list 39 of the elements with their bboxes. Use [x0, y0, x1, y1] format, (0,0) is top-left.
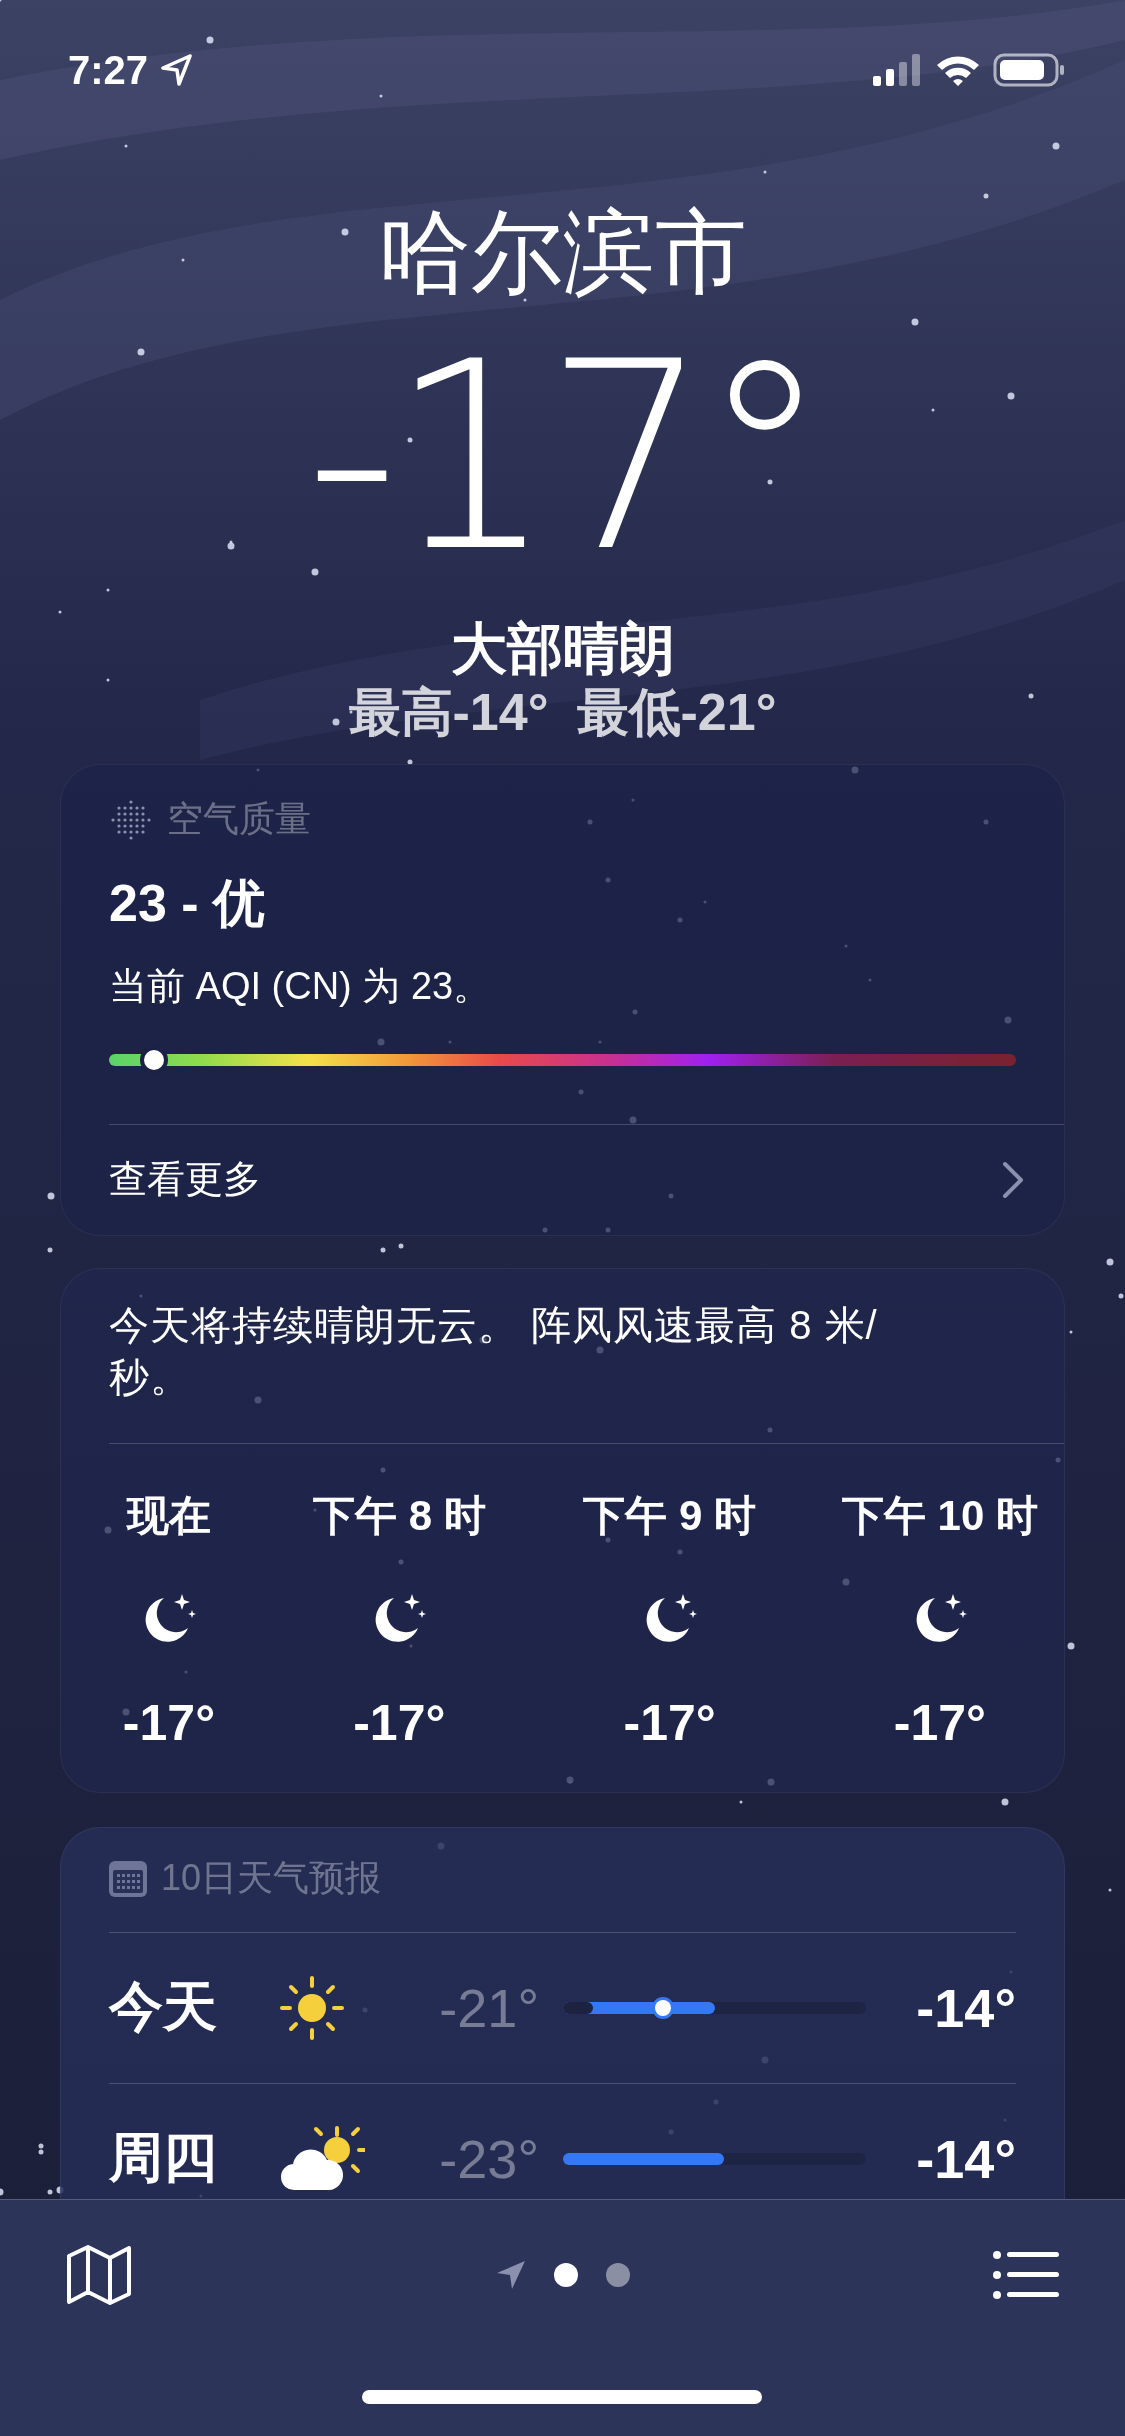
signal-icon — [873, 54, 923, 86]
card-title: 空气质量 — [167, 797, 311, 842]
sun-icon — [279, 1974, 345, 2041]
hour-temperature: -17° — [893, 1693, 987, 1752]
hour-temperature: -17° — [122, 1693, 216, 1752]
page-indicator-dot[interactable] — [605, 2263, 630, 2287]
hour-label: 现在 — [127, 1490, 211, 1541]
battery-icon — [993, 53, 1065, 87]
high-temperature: -14° — [915, 1976, 1016, 2039]
current-temperature: -17° — [305, 311, 820, 602]
location-arrow-icon — [160, 54, 193, 86]
hour-label: 下午 9 时 — [583, 1490, 756, 1541]
forecast-summary: 今天将持续晴朗无云。 阵风风速最高 8 米/秒。 — [109, 1301, 879, 1401]
day-label: 今天 — [109, 1975, 218, 2039]
hour-label: 下午 10 时 — [841, 1490, 1038, 1541]
hour-label: 下午 8 时 — [312, 1490, 486, 1541]
low-temperature: -23° — [438, 2127, 539, 2190]
aqi-description: 当前 AQI (CN) 为 23。 — [109, 963, 493, 1009]
chevron-right-icon — [1002, 1160, 1024, 1199]
city-name: 哈尔滨市 — [378, 200, 747, 305]
hour-temperature: -17° — [353, 1693, 446, 1752]
list-icon[interactable] — [993, 2250, 1059, 2300]
aqi-value: 23 - 优 — [109, 872, 267, 934]
high-temperature: -14° — [915, 2127, 1016, 2190]
map-icon[interactable] — [66, 2244, 132, 2306]
cloud-sun-icon — [279, 2125, 365, 2192]
wifi-icon — [935, 53, 981, 87]
status-time: 7:27 — [68, 47, 149, 93]
weather-condition: 大部晴朗 — [450, 615, 675, 682]
card-title: 10日天气预报 — [161, 1856, 382, 1901]
see-more-link[interactable]: 查看更多 — [109, 1124, 1064, 1235]
page-indicator-dot[interactable] — [553, 2263, 578, 2287]
high-temperature: 最高-14° — [348, 681, 549, 742]
location-arrow-icon[interactable] — [495, 2260, 526, 2290]
calendar-icon — [109, 1860, 147, 1897]
low-temperature: 最低-21° — [576, 681, 777, 742]
hour-temperature: -17° — [623, 1693, 716, 1752]
low-temperature: -21° — [438, 1976, 539, 2039]
day-label: 周四 — [109, 2126, 218, 2190]
